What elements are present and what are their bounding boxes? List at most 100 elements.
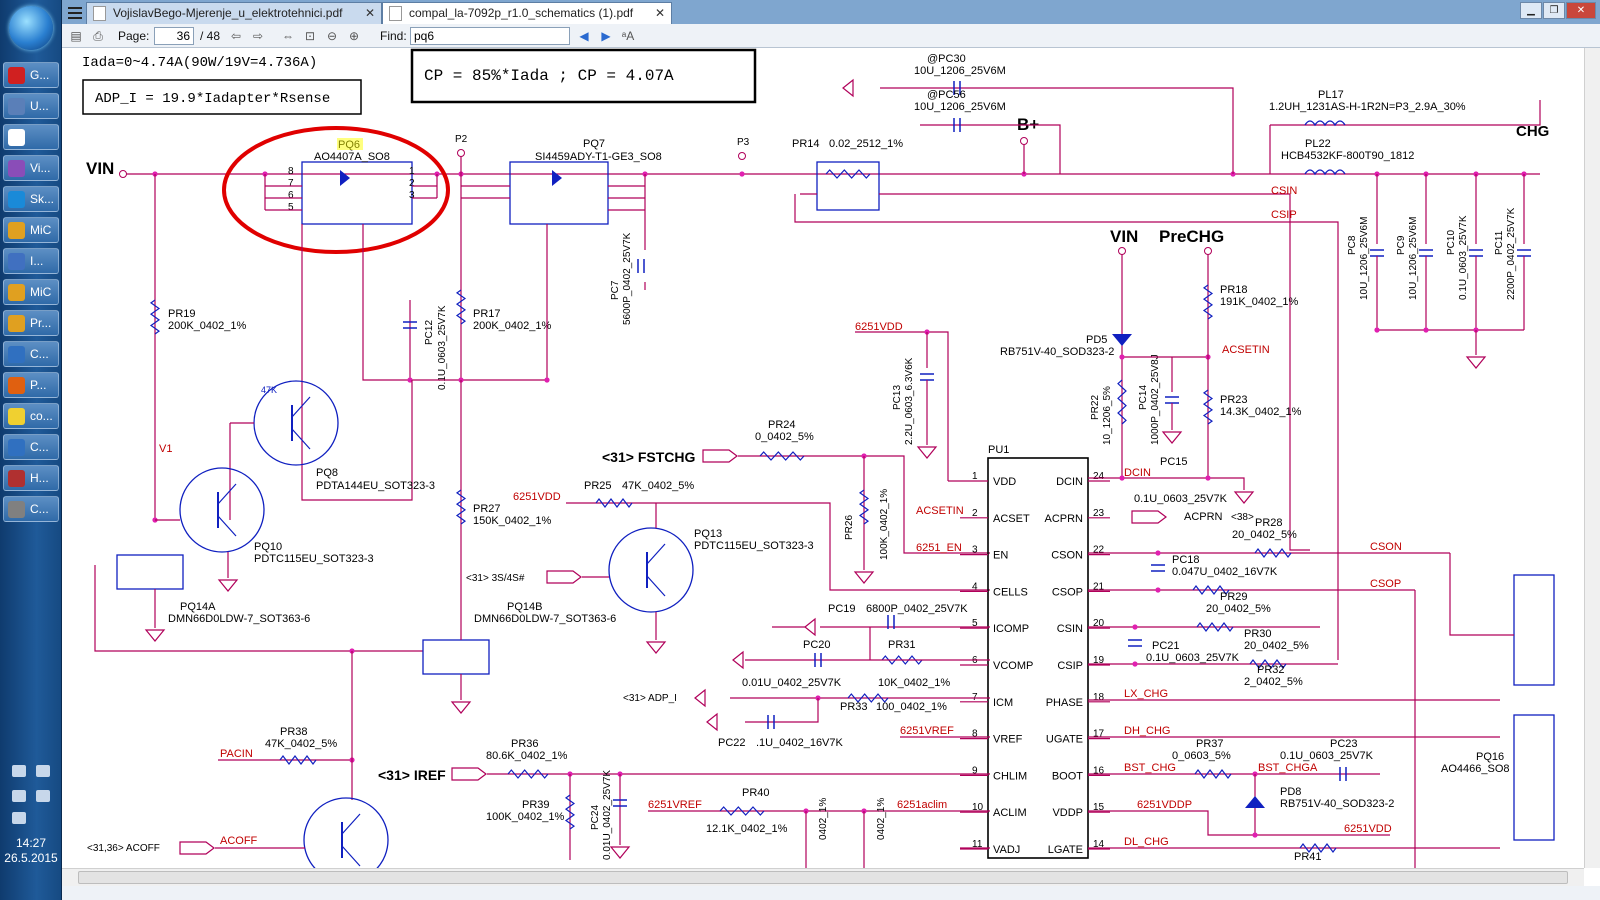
minimize-icon[interactable]: ▁ (1520, 2, 1542, 19)
taskbar-item[interactable] (3, 124, 59, 150)
junction-dot (544, 377, 550, 383)
taskbar-item[interactable]: P... (3, 372, 59, 398)
schematic-label: V1 (159, 443, 172, 455)
close-window-icon[interactable]: ✕ (1566, 2, 1596, 19)
taskbar-item[interactable]: I... (3, 248, 59, 274)
ic-pin-right: DCIN (1056, 476, 1083, 488)
ground-symbol (450, 701, 472, 714)
print-icon[interactable]: ⎙ (90, 28, 106, 44)
schematic-label: PR25 (584, 480, 612, 492)
schematic-label: 6800P_0402_25V7K (866, 603, 968, 615)
net-label-6251vref: 6251VREF (648, 799, 702, 811)
schematic-label: PC9 (1396, 235, 1407, 255)
menu-icon[interactable] (66, 4, 84, 20)
close-tab-icon[interactable]: ✕ (365, 3, 375, 24)
signal-icon[interactable] (36, 790, 50, 802)
port-arrow (546, 570, 582, 584)
pin-number: 1 (409, 166, 415, 177)
schematic-label: PQ13 (694, 528, 722, 540)
pin-number: 3 (409, 190, 415, 201)
refresh-icon[interactable] (36, 765, 50, 777)
previous-page-icon[interactable]: ⇦ (228, 28, 244, 44)
maximize-icon[interactable]: ❐ (1543, 2, 1565, 19)
schematic-label: PR40 (742, 787, 770, 799)
find-next-icon[interactable]: ▶ (598, 28, 614, 44)
schematic-label: PQ14A (180, 601, 216, 613)
mosfet-body-diode (340, 170, 350, 186)
ic-pin-number: 9 (972, 765, 978, 776)
mosfet-pq14a (116, 554, 184, 590)
taskbar-item[interactable]: Pr... (3, 310, 59, 336)
ground-symbol (853, 571, 875, 584)
schematic-label: 100K_0402_1% (879, 489, 890, 560)
zoom-out-icon[interactable]: ⊖ (324, 28, 340, 44)
horizontal-scrollbar[interactable] (62, 868, 1584, 886)
tab-document-2[interactable]: compal_la-7092p_r1.0_schematics (1).pdf … (382, 2, 672, 24)
taskbar-item[interactable]: Vi... (3, 155, 59, 181)
schematic-label: 10_1206_5% (1102, 386, 1113, 445)
transistor-body (608, 527, 694, 613)
resistor (1202, 389, 1214, 425)
schematic-label: 10U_1206_25V6M (1359, 217, 1370, 300)
schematic-label: <31,36> ACOFF (87, 843, 160, 854)
transistor-body (179, 467, 265, 553)
next-page-icon[interactable]: ⇨ (250, 28, 266, 44)
match-case-icon[interactable]: ᵃA (620, 28, 636, 44)
transistor-emitter (291, 428, 311, 450)
schematic-label: 47K (261, 385, 277, 395)
taskbar-item-label: co... (30, 409, 53, 423)
network-icon[interactable] (12, 765, 26, 777)
taskbar-item[interactable]: G... (3, 62, 59, 88)
ic-pin-right: BOOT (1052, 770, 1083, 782)
taskbar-item[interactable]: MiC (3, 279, 59, 305)
zoom-in-icon[interactable]: ⊕ (346, 28, 362, 44)
fit-page-icon[interactable]: ⊡ (302, 28, 318, 44)
transistor-collector (341, 813, 361, 835)
connector (1020, 137, 1028, 145)
find-input[interactable] (410, 27, 570, 45)
schematic-label: 10U_1206_25V6M (1408, 217, 1419, 300)
schematic-label: PD5 (1086, 334, 1107, 346)
flag-icon[interactable] (12, 790, 26, 802)
document-canvas[interactable]: Iada=0~4.74A(90W/19V=4.736A) ADP_I = 19.9… (62, 48, 1600, 868)
schematic-label: VIN (1110, 227, 1138, 246)
taskbar-item[interactable]: Sk... (3, 186, 59, 212)
clock-date[interactable]: 26.5.2015 (0, 851, 62, 865)
taskbar-item[interactable]: H... (3, 465, 59, 491)
taskbar-item[interactable]: co... (3, 403, 59, 429)
start-button[interactable] (9, 6, 53, 50)
volume-icon[interactable] (12, 812, 26, 824)
find-previous-icon[interactable]: ◀ (576, 28, 592, 44)
resistor-pr14 (816, 161, 880, 211)
vertical-scrollbar[interactable] (1584, 48, 1600, 868)
taskbar-item[interactable]: MiC (3, 217, 59, 243)
taskbar-item[interactable]: C... (3, 496, 59, 522)
close-tab-icon[interactable]: ✕ (655, 3, 665, 24)
taskbar-item[interactable]: C... (3, 434, 59, 460)
pin-number: 8 (288, 166, 294, 177)
schematic-label: 200K_0402_1% (473, 320, 552, 332)
open-file-icon[interactable]: ▤ (68, 28, 84, 44)
tab-document-1[interactable]: VojislavBego-Mjerenje_u_elektrotehnici.p… (86, 2, 382, 24)
schematic-label: PQ14B (507, 601, 542, 613)
schematic-label: 1.2UH_1231AS-H-1R2N=P3_2.9A_30% (1269, 101, 1466, 113)
clock-time[interactable]: 14:27 (0, 836, 62, 850)
wire (94, 565, 423, 652)
tab-label: VojislavBego-Mjerenje_u_elektrotehnici.p… (113, 6, 343, 20)
schematic-label: DMN66D0LDW-7_SOT363-6 (474, 613, 616, 625)
schematic-label: 14.3K_0402_1% (1220, 406, 1302, 418)
scrollbar-thumb[interactable] (78, 871, 1568, 884)
junction-dot (1132, 661, 1138, 667)
taskbar-item[interactable]: U... (3, 93, 59, 119)
schematic-label: HCB4532KF-800T90_1812 (1281, 150, 1414, 162)
page-number-input[interactable] (154, 27, 194, 45)
resistor (1194, 769, 1232, 779)
schematic-label: ACOFF (220, 835, 258, 847)
schematic-label: 0.1U_0603_25V7K (437, 305, 448, 390)
schematic-label: CHG (1516, 123, 1549, 140)
schematic-label: PR19 (168, 308, 196, 320)
taskbar-item[interactable]: C... (3, 341, 59, 367)
schematic-label: PR27 (473, 503, 501, 515)
fit-width-icon[interactable]: ⇔ (280, 28, 296, 44)
pdf-file-icon (389, 6, 402, 21)
